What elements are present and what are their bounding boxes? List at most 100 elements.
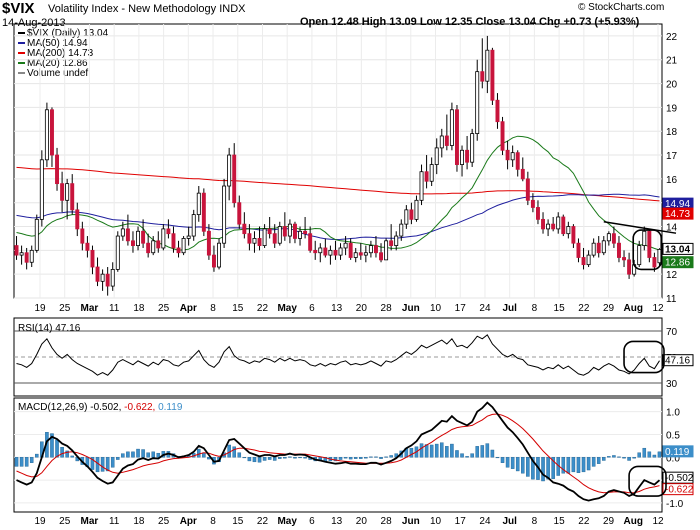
macd-histogram-bar	[389, 455, 393, 458]
candle-body	[434, 147, 439, 165]
macd-histogram-bar	[19, 457, 24, 467]
macd-histogram-bar	[55, 439, 59, 458]
candle-body	[571, 226, 576, 244]
x-tick-label-bottom: 15	[232, 516, 244, 527]
price-tick-label: 19	[666, 103, 678, 114]
macd-value-tag-text: -0.502	[665, 473, 694, 484]
x-tick-label-bottom: Mar	[81, 516, 99, 527]
candle-body	[460, 149, 465, 165]
macd-histogram-bar	[146, 452, 150, 458]
candle-body	[551, 223, 556, 230]
candlesticks	[14, 35, 662, 296]
macd-histogram-bar	[546, 457, 550, 480]
candle-body	[186, 235, 191, 239]
macd-histogram-bar	[126, 451, 130, 458]
macd-histogram-bar	[242, 457, 247, 459]
macd-histogram-bar	[60, 447, 64, 458]
macd-histogram-bar	[247, 457, 252, 462]
candle-body	[596, 242, 601, 254]
gridlines	[13, 23, 663, 299]
x-tick-label-bottom: 29	[603, 516, 615, 527]
candle-body	[49, 109, 54, 156]
candle-body	[465, 149, 470, 163]
candle-body	[267, 228, 272, 235]
candle-body	[535, 207, 540, 220]
x-tick-label: Apr	[180, 303, 197, 314]
x-tick-label-bottom: 13	[331, 516, 343, 527]
macd-histogram-bar	[121, 453, 125, 458]
candle-body	[125, 228, 130, 242]
macd-histogram-bar	[298, 457, 302, 459]
candle-body	[505, 149, 510, 161]
macd-histogram-bar	[283, 457, 287, 459]
x-tick-label-bottom: 22	[257, 516, 269, 527]
macd-histogram-bar	[409, 447, 414, 458]
macd-histogram-bar	[602, 457, 606, 461]
x-tick-label: 18	[133, 303, 145, 314]
macd-label-hist: 0.119	[158, 402, 183, 413]
rsi-line	[16, 334, 660, 376]
candle-body	[379, 252, 384, 261]
macd-histogram-bar	[369, 456, 373, 458]
x-tick-label-bottom: 12	[652, 516, 664, 527]
candle-body	[323, 247, 328, 256]
price-tick-label: 18	[666, 127, 678, 138]
candle-body	[353, 252, 358, 258]
candle-body	[130, 240, 135, 246]
rsi-label: RSI(14) 47.16	[18, 323, 81, 334]
macd-histogram-bar	[110, 457, 115, 468]
macd-histogram-bar	[455, 450, 459, 458]
x-tick-label-bottom: 11	[109, 516, 120, 527]
candle-body	[29, 249, 34, 263]
macd-histogram-bar	[237, 452, 242, 458]
candle-body	[495, 99, 500, 123]
candle-body	[530, 199, 535, 208]
candle-body	[439, 135, 444, 149]
candle-body	[485, 49, 490, 82]
candle-body	[191, 214, 196, 237]
candle-body	[343, 242, 348, 249]
candle-body	[399, 223, 404, 237]
x-tick-label: 28	[381, 303, 393, 314]
candle-body	[394, 235, 399, 246]
macd-histogram-bar	[29, 457, 34, 463]
x-tick-label: 11	[109, 303, 120, 314]
macd-tick-label: 1.0	[666, 408, 680, 419]
macd-histogram-bar	[581, 457, 586, 473]
macd-label-prefix: MACD(12,26,9)	[18, 402, 90, 413]
macd-histogram-bar	[353, 457, 358, 459]
x-tick-label: 29	[603, 303, 615, 314]
x-tick-label: 12	[652, 303, 664, 314]
candle-body	[637, 245, 642, 266]
macd-histogram-bar	[612, 455, 616, 458]
macd-histogram-bar	[450, 443, 454, 458]
macd-histogram-bar	[141, 449, 145, 458]
macd-histogram-bar	[197, 448, 201, 458]
price-tick-label: 17	[666, 151, 678, 162]
candle-body	[298, 230, 303, 239]
macd-histogram-bar	[576, 457, 581, 473]
macd-histogram-bar	[14, 457, 19, 467]
candle-body	[368, 245, 373, 254]
candle-body	[75, 209, 80, 230]
x-tick-label: Mar	[81, 303, 99, 314]
candle-body	[490, 49, 495, 101]
candle-body	[80, 228, 85, 244]
candle-body	[257, 238, 262, 246]
macd-histogram-bar	[384, 456, 388, 458]
candle-body	[444, 135, 449, 146]
candle-body	[115, 235, 120, 270]
macd-histogram-bar	[267, 457, 272, 460]
candle-body	[363, 252, 368, 256]
macd-histogram-bar	[100, 457, 105, 472]
candle-body	[181, 238, 186, 254]
x-tick-label-bottom: 10	[430, 516, 442, 527]
x-tick-label: 24	[479, 303, 491, 314]
candle-body	[601, 240, 606, 254]
macd-histogram-bar	[632, 457, 636, 459]
candle-body	[480, 71, 485, 82]
candle-body	[546, 223, 551, 230]
candle-body	[622, 257, 627, 261]
x-tick-label-bottom: Jun	[402, 516, 420, 527]
x-tick-label: Jul	[502, 303, 517, 314]
